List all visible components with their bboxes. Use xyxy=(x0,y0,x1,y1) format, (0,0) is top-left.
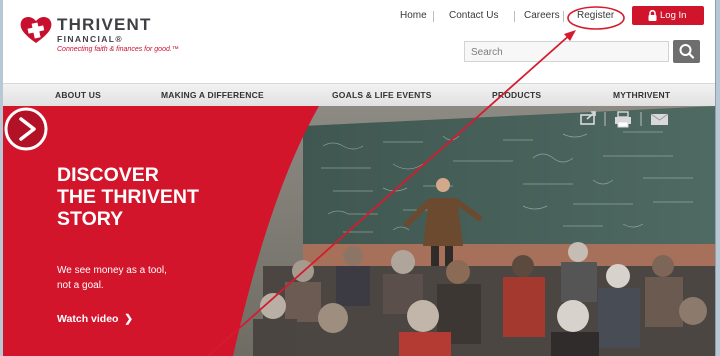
search-icon xyxy=(679,44,695,59)
chevron-right-icon: ❯ xyxy=(121,313,134,325)
main-nav: ABOUT US MAKING A DIFFERENCE GOALS & LIF… xyxy=(3,83,715,107)
browser-page: THRIVENT FINANCIAL® Connecting faith & f… xyxy=(3,0,716,356)
login-label: Log In xyxy=(660,10,687,21)
main-nav-about[interactable]: ABOUT US xyxy=(55,90,101,100)
search-input[interactable] xyxy=(465,43,661,62)
search-field[interactable] xyxy=(464,41,669,62)
hero-title-line: THE THRIVENT xyxy=(57,186,199,208)
top-nav-register[interactable]: Register xyxy=(577,10,614,21)
nav-divider xyxy=(433,11,434,22)
main-nav-goals-life-events[interactable]: GOALS & LIFE EVENTS xyxy=(332,90,432,100)
hero-body: We see money as a tool, not a goal. xyxy=(57,263,217,293)
watch-video-link[interactable]: Watch video ❯ xyxy=(57,313,133,325)
main-nav-making-a-difference[interactable]: MAKING A DIFFERENCE xyxy=(161,90,264,100)
hero-banner[interactable]: DISCOVER THE THRIVENT STORY We see money… xyxy=(3,106,715,356)
brand-name: THRIVENT xyxy=(57,15,152,34)
top-nav-home[interactable]: Home xyxy=(400,10,427,21)
hero-body-line: not a goal. xyxy=(57,280,104,291)
login-button[interactable]: Log In xyxy=(632,6,704,25)
top-nav-contact[interactable]: Contact Us xyxy=(449,10,498,21)
hero-title-line: STORY xyxy=(57,208,124,230)
hero-title: DISCOVER THE THRIVENT STORY xyxy=(57,164,267,230)
share-toolbar xyxy=(571,108,691,130)
search-button[interactable] xyxy=(673,40,700,63)
brand-sub: FINANCIAL® xyxy=(57,34,124,44)
print-icon[interactable] xyxy=(615,111,631,128)
main-nav-products[interactable]: PRODUCTS xyxy=(492,90,541,100)
brand-tagline: Connecting faith & finances for good.™ xyxy=(57,46,179,53)
share-icon[interactable] xyxy=(580,111,596,125)
nav-divider xyxy=(514,11,515,22)
hero-title-line: DISCOVER xyxy=(57,164,159,186)
nav-divider xyxy=(563,11,564,22)
email-icon[interactable] xyxy=(650,113,669,125)
thrivent-logo-icon[interactable] xyxy=(19,14,53,44)
watch-video-label: Watch video xyxy=(57,313,119,325)
hero-body-line: We see money as a tool, xyxy=(57,265,167,276)
play-icon[interactable] xyxy=(3,106,49,152)
top-nav-careers[interactable]: Careers xyxy=(524,10,560,21)
lock-icon xyxy=(648,10,657,21)
main-nav-mythrivent[interactable]: MYTHRIVENT xyxy=(613,90,670,100)
